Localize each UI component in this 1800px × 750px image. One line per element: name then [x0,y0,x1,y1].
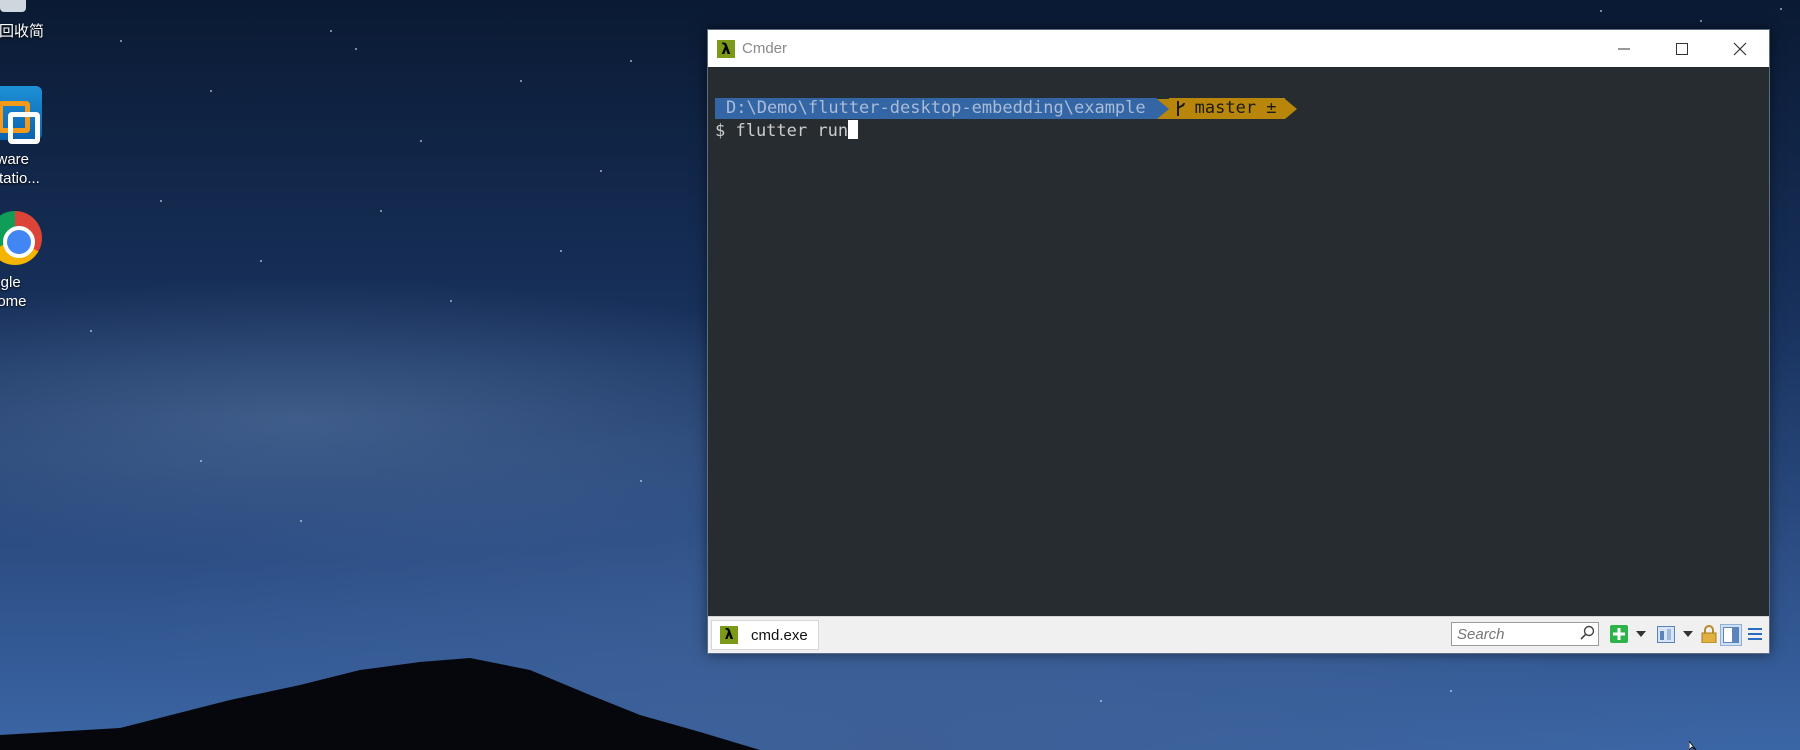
lambda-app-icon: λ [717,39,735,58]
menu-button[interactable] [1745,624,1765,644]
vmware-icon-square [8,112,40,144]
desktop-icon-label: Mware kstatio... [0,151,40,187]
maximize-icon [1676,42,1688,55]
prompt-separator-icon [1156,98,1169,119]
close-icon [1733,42,1747,55]
lambda-tab-icon: λ [720,626,738,644]
minimize-icon [1618,48,1630,49]
close-button[interactable] [1711,30,1769,67]
git-branch-name: master ± [1194,98,1277,118]
new-console-dropdown[interactable] [1635,624,1647,644]
maximize-button[interactable] [1653,30,1711,67]
dropdown-icon [1636,631,1646,637]
window-title: Cmder [742,40,788,57]
split-view-icon [1723,627,1739,643]
search-icon[interactable] [1579,625,1595,641]
console-tab-cmd[interactable]: λ cmd.exe [711,620,819,650]
mouse-pointer-icon [1689,741,1697,750]
git-branch-icon [1176,101,1185,116]
lock-button[interactable] [1699,624,1719,644]
desktop-icon-label: oogle hrome [0,274,27,310]
switch-console-dropdown[interactable] [1682,624,1694,644]
tab-label: cmd.exe [751,626,808,644]
menu-icon [1748,628,1762,640]
desktop-icon-label: 家回收简 [0,23,45,40]
minimize-button[interactable] [1595,30,1653,67]
recycle-bin-icon [0,0,26,12]
title-bar[interactable]: λ Cmder [708,30,1769,67]
prompt-line: D:\Demo\flutter-desktop-embedding\exampl… [715,98,1297,119]
switch-console-icon [1657,625,1675,643]
search-input[interactable] [1455,623,1579,645]
new-console-button[interactable] [1609,624,1629,644]
mountain-silhouette [0,658,760,750]
command-line[interactable]: $ flutter run [715,120,859,141]
cmder-window[interactable]: λ Cmder D:\Demo\flutter-desktop-embeddin… [707,29,1770,654]
search-box[interactable] [1451,622,1599,646]
split-view-button[interactable] [1720,624,1742,646]
prompt-path: D:\Demo\flutter-desktop-embedding\exampl… [715,98,1157,119]
prompt-end-icon [1284,98,1297,119]
chrome-icon-center [3,226,35,258]
new-console-icon [1610,625,1628,643]
text-cursor [848,120,859,139]
dropdown-icon [1683,631,1693,637]
lock-icon [1701,625,1717,643]
prompt-git-segment: master ± [1168,98,1285,119]
terminal-console[interactable]: D:\Demo\flutter-desktop-embedding\exampl… [708,67,1769,616]
command-text: $ flutter run [715,121,849,141]
status-bar: λ cmd.exe [708,616,1769,653]
switch-console-button[interactable] [1656,624,1676,644]
